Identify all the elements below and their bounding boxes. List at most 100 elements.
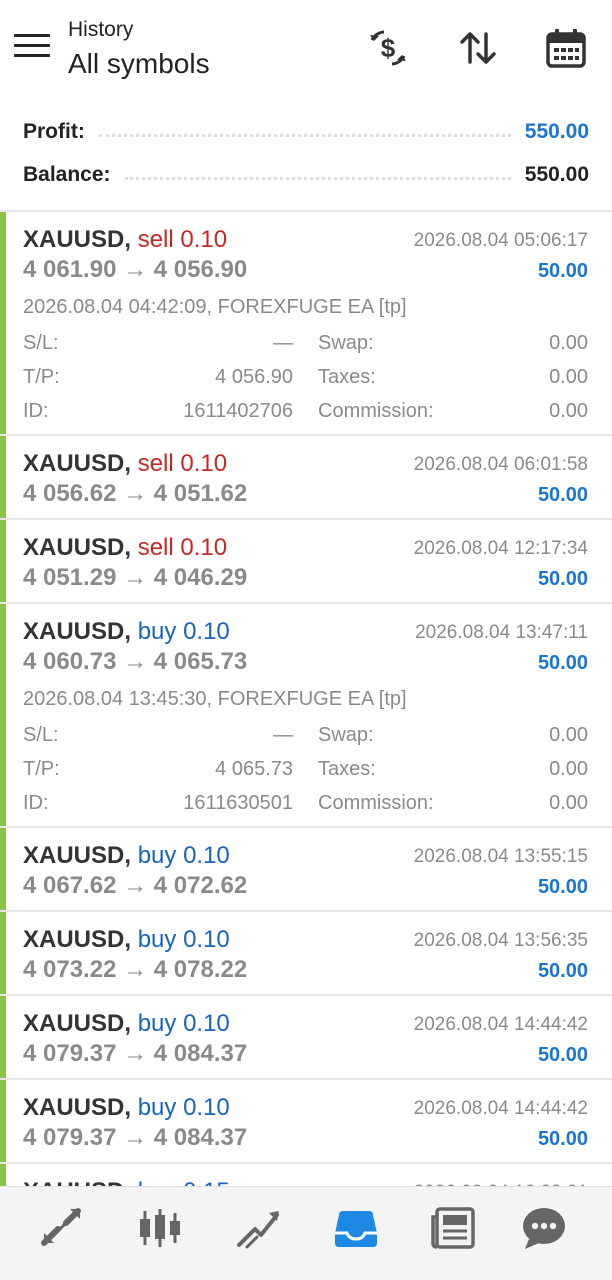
deal-close-price: 4 051.62 — [153, 480, 248, 507]
deal-row[interactable]: XAUUSD, buy 0.152026.08.04 16:00:01 — [0, 1164, 612, 1186]
deal-type: sell — [137, 226, 174, 253]
deal-type: sell — [137, 534, 174, 561]
deal-volume: 0.10 — [180, 534, 228, 561]
deal-volume: 0.10 — [183, 842, 230, 869]
menu-icon[interactable] — [14, 34, 50, 64]
deal-arrow: → — [123, 872, 148, 899]
deal-detail-label: ID: — [23, 792, 49, 814]
deal-row[interactable]: XAUUSD, buy 0.10 2026.08.04 13:56:35 4 073… — [0, 912, 612, 996]
deals-list[interactable]: XAUUSD, sell 0.10 2026.08.04 05:06:17 4 06… — [0, 212, 612, 1186]
deal-row[interactable]: XAUUSD, sell 0.10 2026.08.04 12:17:34 4 05… — [0, 520, 612, 604]
deal-title: XAUUSD, buy 0.15 — [23, 1178, 230, 1186]
deal-row[interactable]: XAUUSD, buy 0.10 2026.08.04 14:44:42 4 079… — [0, 1080, 612, 1164]
deal-symbol: XAUUSD, — [23, 842, 132, 869]
deal-profit: 50.00 — [537, 652, 588, 674]
deal-detail-value: 4 065.73 — [215, 758, 293, 780]
deal-open-info: 2026.08.04 13:45:30, FOREXFUGE EA [tp] — [23, 688, 407, 710]
deal-detail-label: S/L: — [23, 724, 59, 746]
deal-prices: 4 056.62 → 4 051.62 — [23, 480, 247, 508]
deal-title: XAUUSD, sell 0.10 — [23, 226, 227, 254]
deal-symbol: XAUUSD, — [23, 450, 132, 477]
deal-detail-value: 0.00 — [549, 724, 588, 746]
deal-detail-label: S/L: — [23, 332, 59, 354]
deal-profit: 50.00 — [537, 1128, 588, 1150]
deal-accent-bar — [0, 1164, 6, 1186]
deal-time: 2026.08.04 06:01:58 — [413, 454, 588, 475]
deal-row[interactable]: XAUUSD, buy 0.10 2026.08.04 13:55:15 4 067… — [0, 828, 612, 912]
deal-symbol: XAUUSD, — [23, 926, 132, 953]
deal-detail-value: — — [273, 332, 293, 354]
deal-time: 2026.08.04 12:17:34 — [413, 538, 588, 559]
deal-profit: 50.00 — [537, 960, 588, 982]
deal-arrow: → — [123, 480, 148, 507]
deal-symbol: XAUUSD, — [23, 1094, 132, 1121]
deal-close-price: 4 046.29 — [153, 564, 248, 591]
deal-symbol: XAUUSD, — [23, 1178, 131, 1186]
deal-row[interactable]: XAUUSD, buy 0.10 2026.08.04 14:44:42 4 079… — [0, 996, 612, 1080]
page-title[interactable]: All symbols — [68, 48, 210, 80]
chart-icon[interactable] — [135, 1203, 185, 1253]
news-icon[interactable] — [429, 1203, 479, 1253]
deal-prices: 4 073.22 → 4 078.22 — [23, 956, 247, 984]
balance-label: Balance: — [23, 163, 111, 186]
currency-exchange-icon[interactable]: $ — [366, 26, 410, 70]
deal-arrow: → — [123, 1124, 148, 1151]
deal-arrow: → — [123, 648, 148, 675]
profit-row: Profit: 550.00 — [23, 112, 589, 152]
deal-title: XAUUSD, buy 0.10 — [23, 842, 230, 870]
deal-close-price: 4 056.90 — [153, 256, 248, 283]
deal-profit: 50.00 — [537, 568, 588, 590]
dotted-leader — [98, 133, 511, 137]
deal-volume: 0.10 — [180, 226, 228, 253]
deal-row[interactable]: XAUUSD, sell 0.10 2026.08.04 06:01:58 4 05… — [0, 436, 612, 520]
chat-icon[interactable] — [519, 1203, 569, 1253]
deal-detail-value: 0.00 — [549, 792, 588, 814]
deal-prices: 4 060.73 → 4 065.73 — [23, 648, 247, 676]
deal-type: buy — [137, 618, 177, 645]
deal-title: XAUUSD, buy 0.10 — [23, 926, 230, 954]
deal-prices: 4 067.62 → 4 072.62 — [23, 872, 247, 900]
deal-accent-bar — [0, 520, 6, 602]
deal-title: XAUUSD, sell 0.10 — [23, 450, 227, 478]
deal-detail-label: T/P: — [23, 366, 60, 388]
deal-detail-label: T/P: — [23, 758, 60, 780]
deal-type: buy — [138, 1178, 177, 1186]
deal-open-price: 4 079.37 — [23, 1040, 117, 1067]
deal-close-price: 4 072.62 — [153, 872, 248, 899]
deal-row[interactable]: XAUUSD, sell 0.10 2026.08.04 05:06:17 4 06… — [0, 212, 612, 436]
deal-accent-bar — [0, 212, 6, 434]
deal-detail-label: Taxes: — [318, 366, 376, 388]
deal-time: 2026.08.04 05:06:17 — [413, 230, 588, 251]
deal-detail-value: 1611630501 — [183, 792, 293, 814]
deal-row[interactable]: XAUUSD, buy 0.10 2026.08.04 13:47:11 4 060… — [0, 604, 612, 828]
sort-icon[interactable] — [456, 26, 500, 70]
deal-volume: 0.15 — [183, 1178, 230, 1186]
deal-detail-value: 0.00 — [549, 400, 588, 422]
balance-value: 550.00 — [524, 163, 589, 186]
deal-time: 2026.08.04 13:56:35 — [413, 930, 588, 951]
deal-type: sell — [137, 450, 174, 477]
deal-open-price: 4 060.73 — [23, 648, 117, 675]
deal-open-price: 4 067.62 — [23, 872, 117, 899]
deal-type: buy — [137, 1094, 177, 1121]
deal-detail-value: 4 056.90 — [215, 366, 293, 388]
deal-symbol: XAUUSD, — [23, 1010, 132, 1037]
deal-arrow: → — [123, 956, 148, 983]
trade-icon[interactable] — [233, 1203, 283, 1253]
bottom-navigation — [0, 1186, 612, 1280]
quotes-icon[interactable] — [36, 1203, 86, 1253]
deal-detail-label: ID: — [23, 400, 49, 422]
deal-detail-label: Swap: — [318, 724, 374, 746]
history-icon[interactable] — [331, 1203, 381, 1253]
deal-detail-value: 0.00 — [549, 366, 588, 388]
calendar-icon[interactable] — [544, 26, 588, 70]
deal-profit: 50.00 — [537, 484, 588, 506]
deal-accent-bar — [0, 828, 6, 910]
dotted-leader — [124, 176, 511, 180]
deal-detail-label: Swap: — [318, 332, 374, 354]
deal-open-info: 2026.08.04 04:42:09, FOREXFUGE EA [tp] — [23, 296, 407, 318]
deal-time: 2026.08.04 13:47:11 — [415, 622, 588, 643]
deal-time: 2026.08.04 14:44:42 — [413, 1098, 588, 1119]
deal-close-price: 4 065.73 — [153, 648, 248, 675]
deal-accent-bar — [0, 996, 6, 1078]
